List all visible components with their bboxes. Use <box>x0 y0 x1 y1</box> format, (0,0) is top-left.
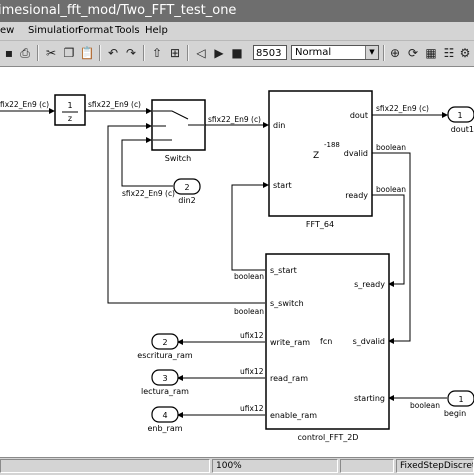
outport-escritura-number: 2 <box>162 338 167 347</box>
inport-din2[interactable]: 2 <box>173 178 201 195</box>
block-diagram: 1 z Switch din start dout dvalid ready -… <box>0 90 474 442</box>
inport-din2-number: 2 <box>184 183 189 192</box>
inport-begin-number: 1 <box>458 395 463 404</box>
stop-icon[interactable]: ■ <box>228 44 246 62</box>
library-browser-icon[interactable]: ▦ <box>422 44 440 62</box>
outport-dout1-label: dout1 <box>451 125 474 134</box>
paste-icon[interactable]: 📋 <box>78 44 96 62</box>
menu-bar: ew Simulation Format Tools Help <box>0 22 474 41</box>
signal-dvalid-type: boolean <box>376 143 406 152</box>
outport-lectura-ram[interactable]: 3 <box>151 369 179 386</box>
control-port-s-dvalid: s_dvalid <box>353 337 385 346</box>
status-blank <box>340 459 394 473</box>
outport-dout1[interactable]: 1 <box>447 106 474 123</box>
control-port-starting: starting <box>354 394 385 403</box>
fft-latency-base: Z <box>313 151 319 161</box>
menu-format[interactable]: Format <box>78 22 113 40</box>
menu-view[interactable]: ew <box>0 22 14 40</box>
copy-icon[interactable]: ❐ <box>60 44 78 62</box>
outport-enb-number: 4 <box>162 411 167 420</box>
signal-read-type: ufix12 <box>240 367 264 376</box>
fft-port-start: start <box>273 181 292 190</box>
delay-denominator: z <box>68 114 72 123</box>
go-to-parent-icon[interactable]: ⇧ <box>148 44 166 62</box>
cut-icon[interactable]: ✂ <box>42 44 60 62</box>
window-title: imesional_fft_mod/Two_FFT_test_one <box>0 3 237 18</box>
wire-sstart-fft[interactable] <box>231 182 269 271</box>
toolbar-separator <box>187 45 189 61</box>
switch-block[interactable] <box>151 99 206 151</box>
status-solver: FixedStepDiscrete <box>396 459 474 473</box>
model-canvas[interactable]: 1 z Switch din start dout dvalid ready -… <box>0 67 474 457</box>
signal-ready-type: boolean <box>376 185 406 194</box>
play-icon[interactable]: ▶ <box>210 44 228 62</box>
stop-time-field[interactable]: 8503 <box>253 45 287 60</box>
toolbar-separator <box>143 45 145 61</box>
status-message <box>0 459 210 473</box>
control-fft-2d-label: control_FFT_2D <box>298 433 359 442</box>
inport-begin[interactable]: 1 <box>447 390 474 407</box>
fft-port-din: din <box>273 121 285 130</box>
control-port-s-ready: s_ready <box>354 280 385 289</box>
signal-enable-type: ufix12 <box>240 404 264 413</box>
signal-din2-type: sfix22_En9 (c) <box>122 189 175 198</box>
status-bar: 100% FixedStepDiscrete <box>0 457 474 475</box>
unit-delay-block[interactable]: 1 z <box>54 94 86 126</box>
debug-icon[interactable]: ⚙ <box>456 44 474 62</box>
outport-lectura-number: 3 <box>162 374 167 383</box>
toolbar-separator <box>37 45 39 61</box>
signal-write-type: ufix12 <box>240 331 264 340</box>
outport-enb-ram[interactable]: 4 <box>151 406 179 423</box>
build-icon[interactable]: ⊕ <box>386 44 404 62</box>
chevron-down-icon[interactable]: ▼ <box>365 46 378 59</box>
signal-begin-type: boolean <box>410 401 440 410</box>
fft-port-ready: ready <box>345 191 368 200</box>
title-bar: imesional_fft_mod/Two_FFT_test_one <box>0 0 474 22</box>
menu-help[interactable]: Help <box>145 22 168 40</box>
toolbar: ▪ ⎙ ✂ ❐ 📋 ↶ ↷ ⇧ ⊞ ◁ ▶ ■ 8503 Normal ▼ ⊕ … <box>0 41 474 67</box>
fft-port-dvalid: dvalid <box>344 149 368 158</box>
signal-switch-out: sfix22_En9 (c) <box>208 115 261 124</box>
fft-64-block[interactable]: din start dout dvalid ready -188 Z <box>268 90 373 217</box>
inport-din2-label: din2 <box>178 196 195 205</box>
menu-simulation[interactable]: Simulation <box>28 22 81 40</box>
control-fft-2d-block[interactable]: s_start s_switch write_ram read_ram enab… <box>265 253 390 430</box>
delay-numerator: 1 <box>67 101 72 110</box>
signal-input-type: fix22_En9 (c) <box>0 100 49 109</box>
step-back-icon[interactable]: ◁ <box>192 44 210 62</box>
outport-enb-label: enb_ram <box>147 424 182 433</box>
signal-sswitch-type: boolean <box>234 307 264 316</box>
control-port-enable-ram: enable_ram <box>270 411 317 420</box>
simulation-mode-select[interactable]: Normal ▼ <box>291 45 379 60</box>
status-zoom: 100% <box>212 459 338 473</box>
control-port-s-switch: s_switch <box>270 299 304 308</box>
explorer-icon[interactable]: ⊞ <box>166 44 184 62</box>
signal-delay-out: sfix22_En9 (c) <box>88 100 141 109</box>
fft-latency-exponent: -188 <box>324 141 340 149</box>
outport-escritura-ram[interactable]: 2 <box>151 333 179 350</box>
switch-label: Switch <box>165 154 191 163</box>
toolbar-separator <box>99 45 101 61</box>
signal-sstart-type: boolean <box>234 272 264 281</box>
outport-lectura-label: lectura_ram <box>141 387 189 396</box>
simulation-mode-value: Normal <box>295 47 332 58</box>
outport-dout1-number: 1 <box>457 111 462 120</box>
print-icon[interactable]: ⎙ <box>16 44 34 62</box>
undo-icon[interactable]: ↶ <box>104 44 122 62</box>
update-diagram-icon[interactable]: ⟳ <box>404 44 422 62</box>
signal-fft-dout: sfix22_En9 (c) <box>376 104 429 113</box>
toolbar-separator <box>383 45 385 61</box>
redo-icon[interactable]: ↷ <box>122 44 140 62</box>
control-fcn-label: fcn <box>320 337 332 346</box>
control-port-write-ram: write_ram <box>270 338 310 347</box>
outport-escritura-label: escritura_ram <box>137 351 193 360</box>
fft-port-dout: dout <box>350 111 368 120</box>
menu-tools[interactable]: Tools <box>115 22 140 40</box>
control-port-read-ram: read_ram <box>270 374 308 383</box>
fft-64-label: FFT_64 <box>306 220 334 229</box>
control-port-s-start: s_start <box>270 266 297 275</box>
inport-begin-label: begin <box>444 409 466 418</box>
